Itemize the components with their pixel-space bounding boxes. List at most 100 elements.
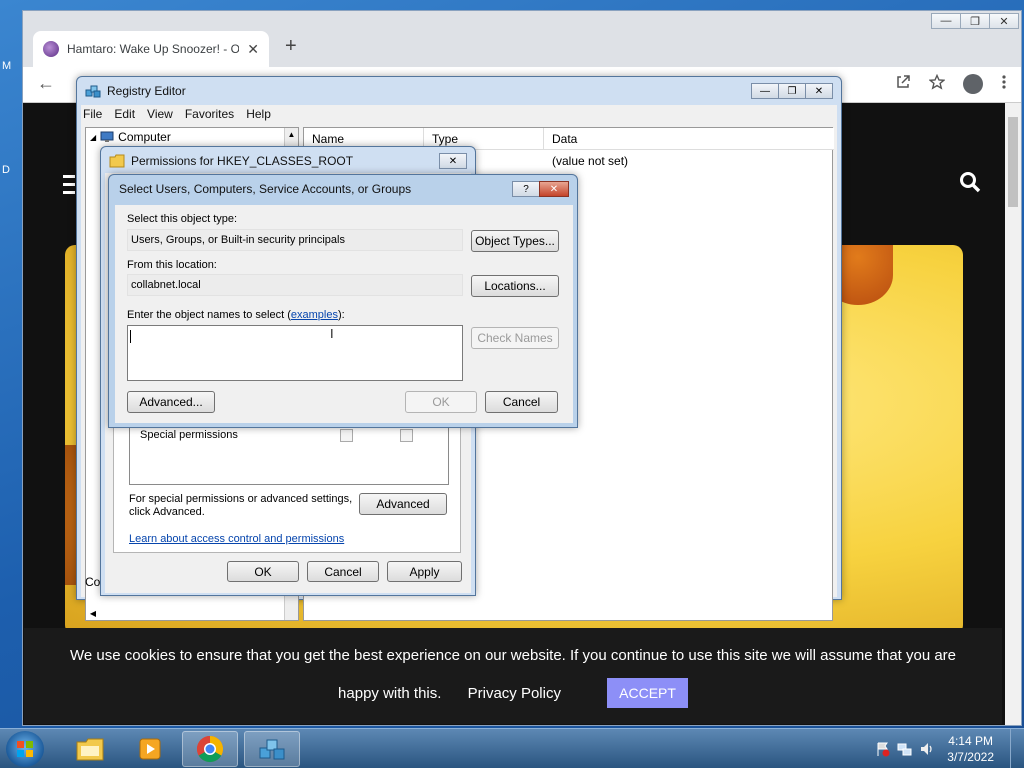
- chrome-icon: [196, 735, 224, 763]
- taskbar-media-player[interactable]: [122, 731, 178, 767]
- window-title: Select Users, Computers, Service Account…: [119, 182, 412, 196]
- menu-file[interactable]: File: [83, 107, 102, 121]
- bookmark-star-icon[interactable]: [929, 74, 945, 90]
- start-button[interactable]: [6, 731, 44, 767]
- menu-help[interactable]: Help: [246, 107, 271, 121]
- regedit-icon: [85, 85, 101, 98]
- chrome-titlebar: Hamtaro: Wake Up Snoozer! - Of ✕ + — ❐ ✕: [23, 11, 1021, 67]
- regedit-window-controls: — ❐ ✕: [751, 83, 833, 99]
- more-menu-icon[interactable]: [1001, 74, 1007, 90]
- tree-expander-icon[interactable]: ◢: [90, 133, 96, 142]
- taskbar-explorer[interactable]: [62, 731, 118, 767]
- cookie-message: We use cookies to ensure that you get th…: [69, 647, 957, 664]
- text-caret: [130, 330, 131, 343]
- tree-item-label: Computer: [118, 130, 171, 144]
- check-names-button[interactable]: Check Names: [471, 327, 559, 349]
- window-title: Registry Editor: [107, 84, 186, 98]
- taskbar: 4:14 PM 3/7/2022: [0, 728, 1024, 768]
- show-desktop-button[interactable]: [1010, 729, 1024, 768]
- clock[interactable]: 4:14 PM 3/7/2022: [947, 733, 994, 765]
- value-data-cell[interactable]: (value not set): [552, 154, 628, 168]
- label-text: Enter the object names to select (: [127, 309, 291, 321]
- close-button[interactable]: ✕: [805, 83, 833, 99]
- permission-name: Special permissions: [140, 429, 238, 441]
- share-icon[interactable]: [895, 74, 911, 90]
- ok-button[interactable]: OK: [227, 561, 299, 582]
- examples-link[interactable]: examples: [291, 309, 338, 321]
- minimize-button[interactable]: —: [931, 13, 961, 29]
- learn-more-link[interactable]: Learn about access control and permissio…: [129, 533, 344, 545]
- close-button[interactable]: ✕: [539, 181, 569, 197]
- cookie-banner: We use cookies to ensure that you get th…: [24, 628, 1002, 724]
- advanced-button[interactable]: Advanced...: [127, 391, 215, 413]
- window-title: Permissions for HKEY_CLASSES_ROOT: [131, 154, 354, 168]
- taskbar-regedit[interactable]: [244, 731, 300, 767]
- permissions-titlebar[interactable]: Permissions for HKEY_CLASSES_ROOT: [101, 147, 475, 175]
- select-users-window-controls: ? ✕: [512, 181, 569, 197]
- scroll-up-arrow-icon[interactable]: ▲: [285, 128, 298, 142]
- folder-icon: [109, 154, 125, 168]
- column-header-data[interactable]: Data: [544, 128, 834, 150]
- windows-logo-icon: [17, 741, 33, 757]
- cookie-message-end: happy with this.: [338, 684, 442, 702]
- maximize-button[interactable]: ❐: [778, 83, 806, 99]
- object-types-button[interactable]: Object Types...: [471, 230, 559, 252]
- back-arrow-icon[interactable]: ←: [37, 73, 55, 94]
- ok-button[interactable]: OK: [405, 391, 477, 413]
- object-names-label: Enter the object names to select (exampl…: [127, 309, 345, 321]
- profile-avatar-icon[interactable]: [963, 74, 983, 94]
- location-label: From this location:: [127, 259, 217, 271]
- close-button[interactable]: ✕: [439, 153, 467, 169]
- cancel-button[interactable]: Cancel: [307, 561, 379, 582]
- ibeam-cursor-icon: I: [330, 326, 334, 341]
- clock-date: 3/7/2022: [947, 750, 994, 764]
- cookie-message-row: happy with this. Privacy Policy ACCEPT: [24, 678, 1002, 708]
- object-names-input[interactable]: I: [127, 325, 463, 381]
- accept-cookies-button[interactable]: ACCEPT: [607, 678, 688, 708]
- browser-tab[interactable]: Hamtaro: Wake Up Snoozer! - Of ✕: [33, 31, 269, 67]
- regedit-menubar: File Edit View Favorites Help: [83, 107, 271, 121]
- object-type-field: Users, Groups, or Built-in security prin…: [127, 229, 463, 251]
- desktop-icon-label[interactable]: M: [2, 60, 11, 72]
- menu-edit[interactable]: Edit: [114, 107, 135, 121]
- page-scrollbar[interactable]: [1005, 103, 1021, 725]
- deny-checkbox[interactable]: [400, 429, 413, 442]
- site-search-icon[interactable]: [959, 171, 981, 193]
- advanced-button[interactable]: Advanced: [359, 493, 447, 515]
- status-bar-text: Co: [85, 575, 101, 589]
- clock-time: 4:14 PM: [948, 734, 993, 748]
- computer-icon: [100, 131, 114, 142]
- allow-checkbox[interactable]: [340, 429, 353, 442]
- network-icon[interactable]: [897, 741, 913, 757]
- registry-editor-titlebar[interactable]: Registry Editor: [77, 77, 841, 105]
- system-tray: 4:14 PM 3/7/2022: [875, 729, 1024, 768]
- toolbar-actions: [895, 74, 1007, 94]
- advanced-note: For special permissions or advanced sett…: [129, 493, 353, 518]
- action-center-flag-icon[interactable]: [875, 741, 891, 757]
- hamburger-menu-icon[interactable]: [63, 175, 75, 199]
- select-users-titlebar[interactable]: Select Users, Computers, Service Account…: [109, 175, 577, 203]
- cancel-button[interactable]: Cancel: [485, 391, 558, 413]
- minimize-button[interactable]: —: [751, 83, 779, 99]
- media-player-icon: [139, 738, 161, 760]
- tab-title: Hamtaro: Wake Up Snoozer! - Of: [67, 42, 239, 56]
- menu-favorites[interactable]: Favorites: [185, 107, 234, 121]
- label-text: ):: [337, 309, 345, 321]
- tree-item-computer[interactable]: ◢ Computer: [90, 130, 171, 144]
- tab-close-icon[interactable]: ✕: [247, 41, 259, 58]
- help-button[interactable]: ?: [512, 181, 540, 197]
- maximize-button[interactable]: ❐: [960, 13, 990, 29]
- volume-icon[interactable]: [919, 741, 935, 757]
- scrollbar-thumb[interactable]: [1008, 117, 1018, 207]
- close-button[interactable]: ✕: [989, 13, 1019, 29]
- desktop-icon-label[interactable]: D: [2, 164, 10, 176]
- privacy-policy-link[interactable]: Privacy Policy: [468, 685, 561, 702]
- new-tab-button[interactable]: +: [285, 35, 297, 58]
- locations-button[interactable]: Locations...: [471, 275, 559, 297]
- scroll-left-arrow-icon[interactable]: ◀: [86, 609, 100, 618]
- apply-button[interactable]: Apply: [387, 561, 462, 582]
- taskbar-chrome[interactable]: [182, 731, 238, 767]
- menu-view[interactable]: View: [147, 107, 173, 121]
- location-field: collabnet.local: [127, 274, 463, 296]
- select-users-dialog: Select Users, Computers, Service Account…: [108, 174, 578, 428]
